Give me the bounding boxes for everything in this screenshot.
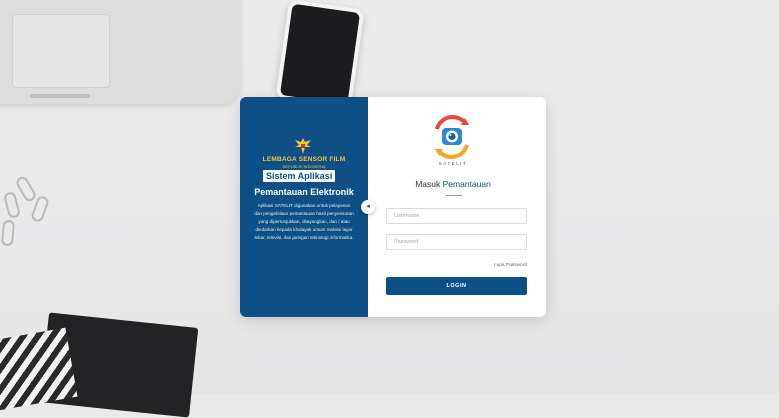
form-title-prefix: Masuk [415, 179, 443, 189]
panel-toggle-button[interactable]: ◂ [361, 200, 375, 214]
paperclip-decoration [0, 219, 16, 247]
paperclip-decoration [14, 174, 38, 204]
arrow-icon: ◂ [366, 203, 370, 210]
satelit-camera-logo-icon [435, 115, 469, 159]
app-description: Aplikasi SATELIT digunakan untuk pelayan… [254, 203, 354, 240]
login-button[interactable]: LOGIN [386, 277, 527, 295]
title-divider [446, 195, 462, 196]
org-name: LEMBAGA SENSOR FILM [262, 156, 346, 163]
app-label: Sistem Aplikasi [263, 170, 336, 182]
form-title-accent: Pemantauan [442, 179, 491, 189]
app-title: Pemantauan Elektronik [254, 187, 354, 197]
org-subtitle: REPUBLIK INDONESIA [282, 164, 326, 169]
form-title: Masuk Pemantauan [388, 179, 518, 189]
brand-panel: LEMBAGA SENSOR FILM REPUBLIK INDONESIA S… [240, 97, 368, 317]
garuda-emblem-icon [295, 138, 311, 154]
striped-cloth-decoration [0, 327, 78, 411]
laptop-panel [12, 14, 110, 88]
laptop-decoration [0, 0, 240, 104]
password-input[interactable] [386, 234, 527, 250]
brand-text: SATELIT [438, 161, 468, 166]
paperclip-decoration [2, 190, 22, 220]
phone-decoration [275, 0, 365, 109]
login-card: LEMBAGA SENSOR FILM REPUBLIK INDONESIA S… [240, 97, 546, 317]
forgot-password-link[interactable]: Lupa Password [470, 263, 527, 268]
username-input[interactable] [386, 208, 527, 224]
laptop-slot [30, 94, 90, 98]
